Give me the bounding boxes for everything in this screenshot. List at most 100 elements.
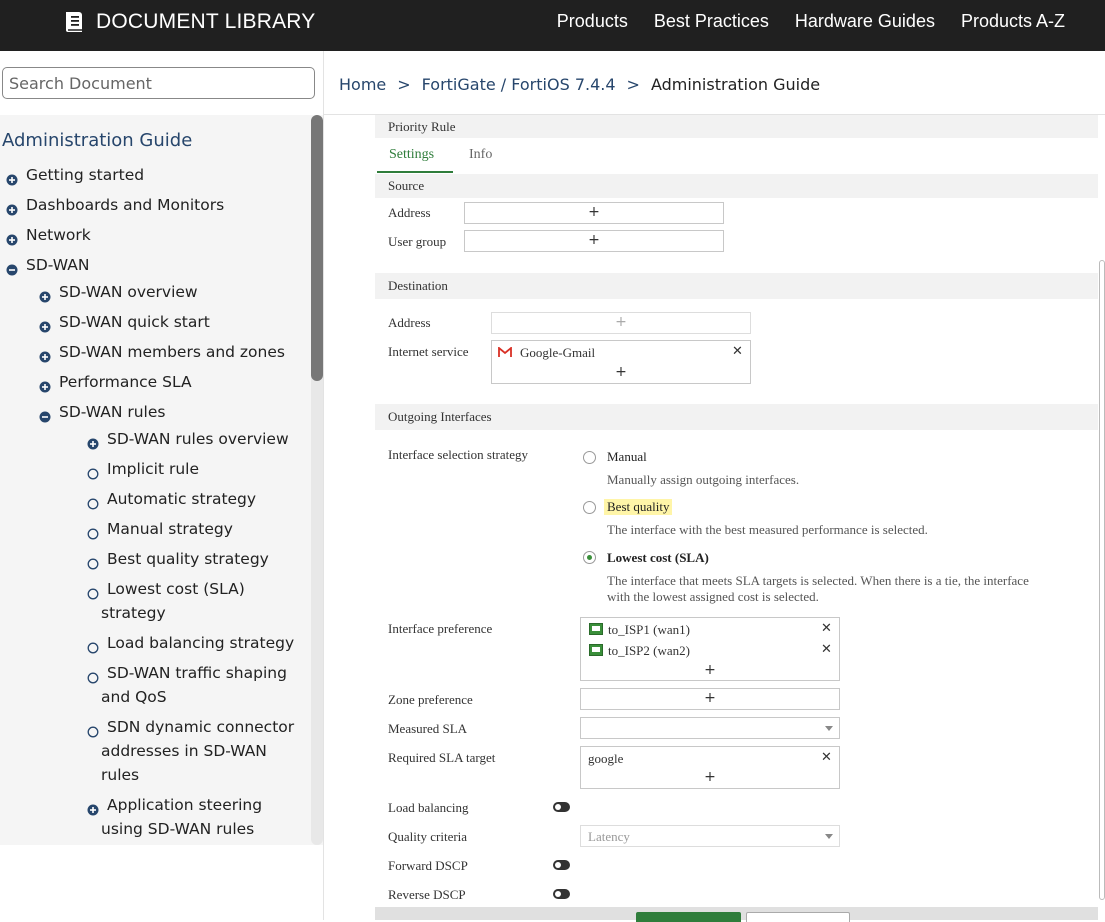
nav-products-a-z[interactable]: Products A-Z <box>961 11 1065 32</box>
destination-address-field[interactable]: + <box>491 312 751 334</box>
add-icon[interactable]: + <box>492 364 750 380</box>
sidebar-item-label: Best quality strategy <box>107 550 269 568</box>
search-input[interactable] <box>2 67 315 99</box>
option-lowest-cost-label[interactable]: Lowest cost (SLA) <box>607 550 709 566</box>
add-icon[interactable]: + <box>581 662 839 678</box>
remove-icon[interactable]: ✕ <box>821 642 832 657</box>
option-lowest-cost-desc-2: with the lowest assigned cost is selecte… <box>607 589 819 604</box>
open-circle-icon[interactable] <box>87 583 99 600</box>
reverse-dscp-label: Reverse DSCP <box>388 887 466 902</box>
breadcrumb-home[interactable]: Home <box>339 75 386 94</box>
destination-address-label: Address <box>388 315 431 330</box>
open-circle-icon[interactable] <box>87 553 99 570</box>
required-sla-label: Required SLA target <box>388 750 496 765</box>
forward-dscp-toggle[interactable] <box>553 860 570 870</box>
source-section-title: Source <box>388 178 425 193</box>
option-best-quality-label[interactable]: Best quality <box>604 499 673 515</box>
plus-circle-icon[interactable] <box>87 799 99 816</box>
chevron-down-icon <box>825 726 833 731</box>
reverse-dscp-toggle[interactable] <box>553 889 570 899</box>
tab-settings[interactable]: Settings <box>389 147 434 163</box>
destination-band <box>375 273 1098 299</box>
nav-products[interactable]: Products <box>557 11 628 32</box>
add-icon[interactable]: + <box>581 690 839 706</box>
add-icon[interactable]: + <box>465 232 723 248</box>
add-icon[interactable]: + <box>581 769 839 785</box>
port-icon <box>589 644 603 656</box>
brand[interactable]: DOCUMENT LIBRARY <box>62 9 315 35</box>
sidebar-item-label: SD-WAN <box>26 256 90 274</box>
port-icon <box>589 623 603 635</box>
add-icon[interactable]: + <box>465 204 723 220</box>
plus-circle-icon[interactable] <box>39 316 51 333</box>
open-circle-icon[interactable] <box>87 667 99 684</box>
form-scrollbar[interactable] <box>1099 260 1105 900</box>
plus-circle-icon[interactable] <box>87 433 99 450</box>
outgoing-section-title: Outgoing Interfaces <box>388 409 492 424</box>
plus-circle-icon[interactable] <box>6 229 18 246</box>
minus-circle-icon[interactable] <box>39 406 51 423</box>
option-manual-label[interactable]: Manual <box>607 449 647 465</box>
user-group-field[interactable]: + <box>464 230 724 252</box>
measured-sla-select[interactable] <box>580 717 840 739</box>
sidebar-item-label: and QoS <box>101 688 167 706</box>
interface-preference-label: Interface preference <box>388 621 493 636</box>
toc-title[interactable]: Administration Guide <box>2 130 192 151</box>
minus-circle-icon[interactable] <box>6 259 18 276</box>
breadcrumb-separator: > <box>397 75 411 94</box>
breadcrumb-separator: > <box>626 75 640 94</box>
toc-scrollbar-thumb[interactable] <box>311 115 323 381</box>
quality-criteria-select[interactable]: Latency <box>580 825 840 847</box>
add-icon[interactable]: + <box>492 314 750 330</box>
user-group-label: User group <box>388 234 447 249</box>
radio-best-quality[interactable] <box>583 501 596 514</box>
internet-service-label: Internet service <box>388 344 469 359</box>
open-circle-icon[interactable] <box>87 721 99 738</box>
required-sla-field[interactable]: google ✕ + <box>580 746 840 789</box>
open-circle-icon[interactable] <box>87 463 99 480</box>
top-header: DOCUMENT LIBRARY Products Best Practices… <box>0 0 1105 51</box>
option-best-quality-desc: The interface with the best measured per… <box>607 522 928 537</box>
zone-preference-field[interactable]: + <box>580 688 840 710</box>
remove-icon[interactable]: ✕ <box>821 621 832 636</box>
radio-manual[interactable] <box>583 451 596 464</box>
sidebar-item-label: Lowest cost (SLA) <box>107 580 245 598</box>
remove-icon[interactable]: ✕ <box>821 750 832 765</box>
top-nav: Products Best Practices Hardware Guides … <box>557 11 1065 32</box>
breadcrumb-product[interactable]: FortiGate / FortiOS 7.4.4 <box>422 75 616 94</box>
nav-hardware-guides[interactable]: Hardware Guides <box>795 11 935 32</box>
open-circle-icon[interactable] <box>87 493 99 510</box>
book-icon <box>66 12 82 32</box>
open-circle-icon[interactable] <box>87 523 99 540</box>
toc-panel: Administration Guide Getting started Dash… <box>0 115 323 845</box>
sidebar-item-label: SD-WAN rules <box>59 403 166 421</box>
sidebar-item-label: rules <box>101 766 140 784</box>
interface-preference-field[interactable]: to_ISP1 (wan1) ✕ to_ISP2 (wan2) ✕ + <box>580 617 840 681</box>
option-lowest-cost-desc: The interface that meets SLA targets is … <box>607 573 1029 588</box>
remove-icon[interactable]: ✕ <box>732 344 743 359</box>
open-circle-icon[interactable] <box>87 637 99 654</box>
sidebar-item-label: Getting started <box>26 166 145 184</box>
ok-button[interactable] <box>636 912 741 922</box>
sidebar-item-label: Network <box>26 226 91 244</box>
plus-circle-icon[interactable] <box>39 376 51 393</box>
nav-best-practices[interactable]: Best Practices <box>654 11 769 32</box>
interface-item: to_ISP2 (wan2) <box>608 643 690 658</box>
internet-service-value: Google-Gmail <box>520 345 596 360</box>
cancel-button[interactable] <box>746 912 850 922</box>
plus-circle-icon[interactable] <box>6 199 18 216</box>
plus-circle-icon[interactable] <box>6 169 18 186</box>
tab-info[interactable]: Info <box>469 147 492 163</box>
internet-service-field[interactable]: Google-Gmail ✕ + <box>491 340 751 384</box>
source-address-field[interactable]: + <box>464 202 724 224</box>
plus-circle-icon[interactable] <box>39 346 51 363</box>
breadcrumb-bar: Home > FortiGate / FortiOS 7.4.4 > Admin… <box>324 51 1105 115</box>
load-balancing-toggle[interactable] <box>553 802 570 812</box>
chevron-down-icon <box>825 834 833 839</box>
radio-lowest-cost[interactable] <box>583 551 596 564</box>
zone-preference-label: Zone preference <box>388 692 473 707</box>
breadcrumb: Home > FortiGate / FortiOS 7.4.4 > Admin… <box>339 75 820 94</box>
plus-circle-icon[interactable] <box>39 286 51 303</box>
sidebar-item-label: SDN dynamic connector <box>107 718 295 736</box>
sidebar-item-label: Dashboards and Monitors <box>26 196 225 214</box>
